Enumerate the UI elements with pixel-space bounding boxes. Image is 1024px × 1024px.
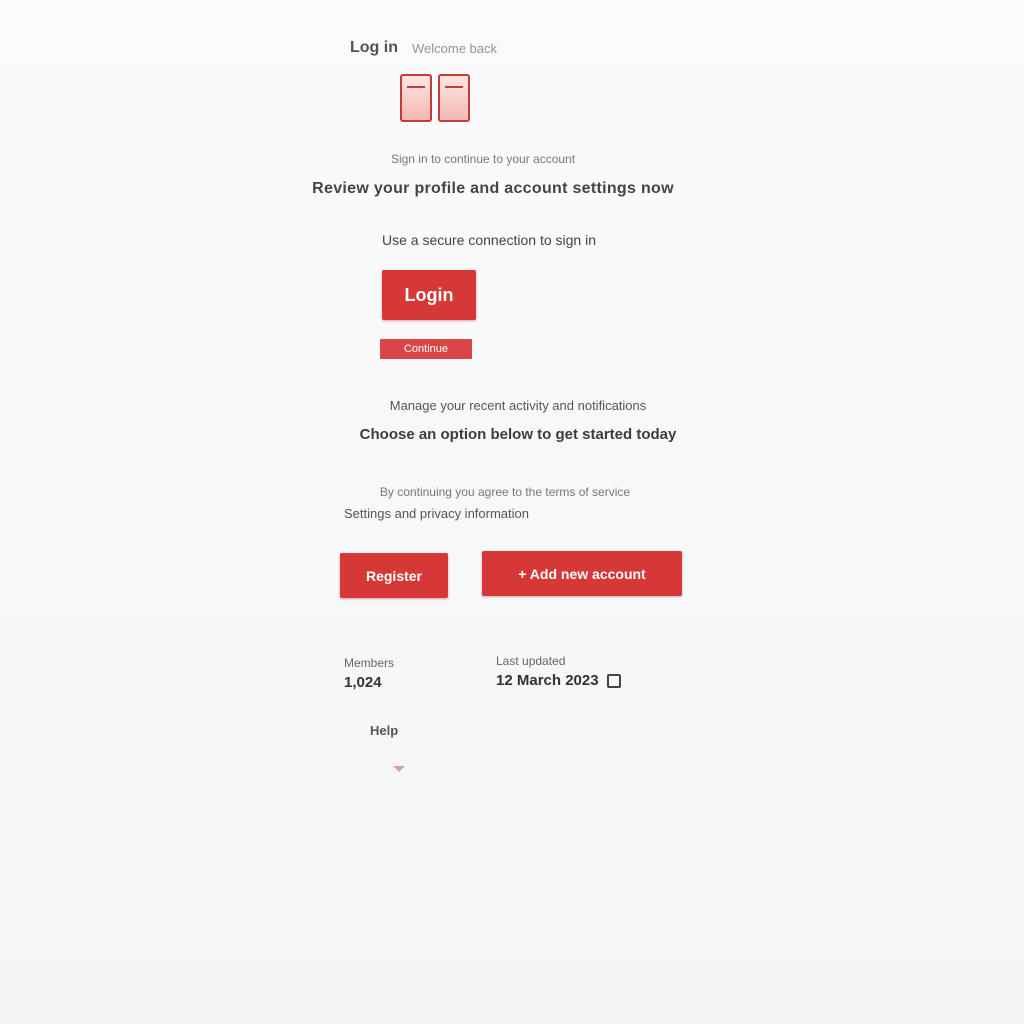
add-account-button[interactable]: + Add new account [482,551,682,596]
intro-note: Use a secure connection to sign in [381,232,596,248]
section-subtitle: Manage your recent activity and notifica… [389,398,647,413]
external-link-icon[interactable] [606,674,621,689]
privacy-text: Settings and privacy information [344,506,529,521]
help-link[interactable]: Help [370,723,398,738]
members-value: 1,024 [344,674,382,691]
last-updated-value: 12 March 2023 [496,672,676,689]
logo-block-right-icon [438,74,470,122]
top-bar: Log in Welcome back [350,30,750,66]
app-logo [400,74,470,122]
intro-subtitle: Sign in to continue to your account [390,152,576,166]
continue-link[interactable]: Continue [380,339,472,359]
logo-block-left-icon [400,74,432,122]
last-updated-date: 12 March 2023 [496,672,599,689]
intro-heading: Review your profile and account settings… [312,180,674,197]
section-heading: Choose an option below to get started to… [359,426,677,443]
last-updated-label: Last updated [496,654,566,668]
login-button[interactable]: Login [382,270,476,320]
login-page: Log in Welcome back Sign in to continue … [0,0,1024,1024]
members-label: Members [344,656,395,670]
breadcrumb: Welcome back [411,40,497,56]
members-stat: Members 1,024 [344,656,444,691]
chevron-down-icon[interactable] [393,766,405,772]
register-button[interactable]: Register [340,553,448,598]
brand-title: Log in [350,39,398,56]
terms-text: By continuing you agree to the terms of … [379,485,631,499]
last-updated-stat: Last updated 12 March 2023 [496,654,676,689]
